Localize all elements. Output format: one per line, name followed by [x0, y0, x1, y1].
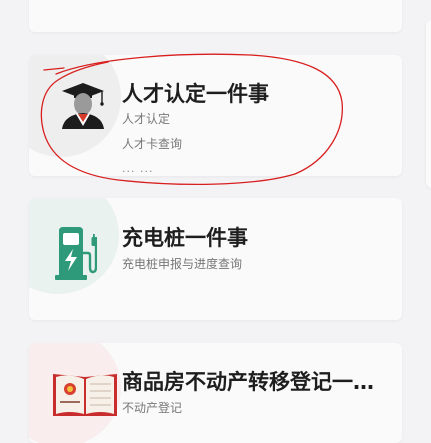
card-title: 人才认定一件事	[122, 82, 269, 106]
service-card-house[interactable]: 商品房不动产转移登记一… 不动产登记	[29, 343, 402, 443]
charging-station-icon	[53, 225, 101, 285]
graduate-avatar-icon	[57, 81, 109, 133]
service-card-talent[interactable]: 人才认定一件事 人才认定 人才卡查询 ... ...	[29, 55, 402, 176]
card-subtitle: 充电桩申报与进度查询	[122, 257, 243, 271]
more-ellipsis: ... ...	[122, 162, 154, 175]
card-title: 商品房不动产转移登记一…	[122, 370, 374, 394]
service-card-top[interactable]	[29, 0, 402, 32]
card-subtitle: 人才卡查询	[122, 137, 183, 151]
card-subtitle: 不动产登记	[122, 401, 183, 415]
card-subtitle: 人才认定	[122, 112, 171, 126]
card-title: 充电桩一件事	[122, 226, 248, 250]
service-card-charging[interactable]: 充电桩一件事 充电桩申报与进度查询	[29, 198, 402, 320]
side-card-partial[interactable]	[426, 20, 431, 188]
property-certificate-icon	[51, 370, 119, 420]
